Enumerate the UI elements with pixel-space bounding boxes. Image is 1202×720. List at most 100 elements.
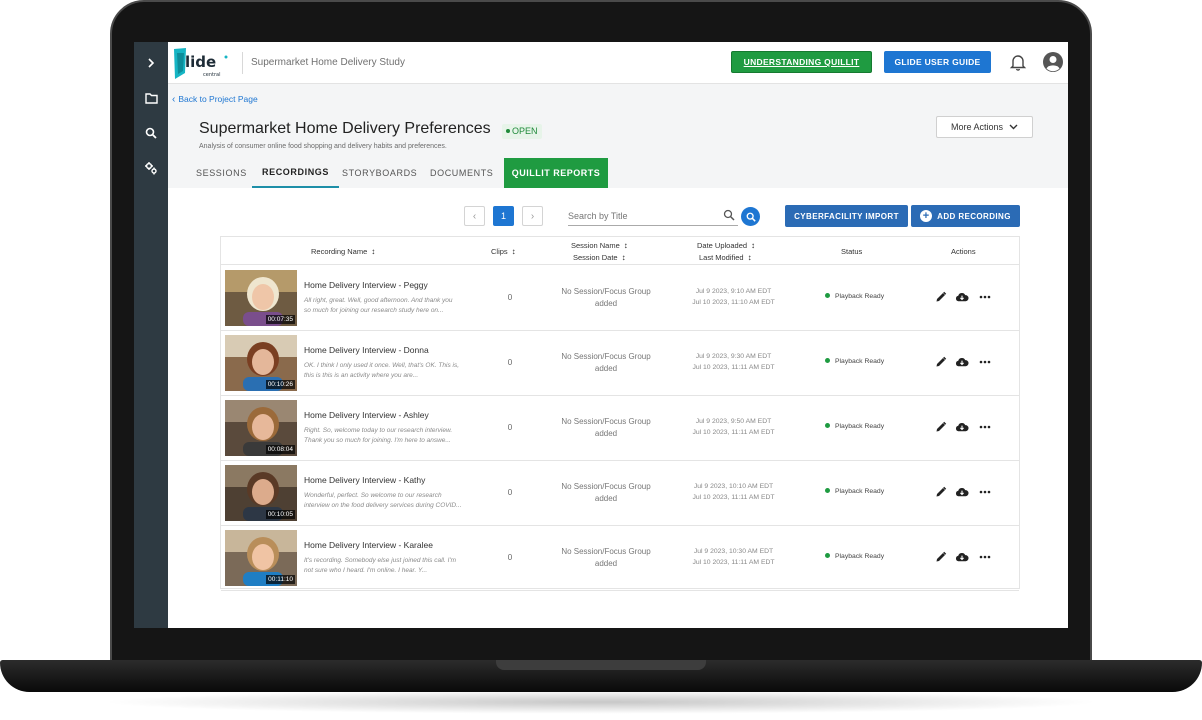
- date-modified: Jul 10 2023, 11:11 AM EDT: [692, 429, 775, 436]
- status-label: Playback Ready: [835, 488, 885, 495]
- snippet-line: not sure who I heard. I'm online. I hear…: [304, 567, 428, 574]
- col-last-modified[interactable]: Last Modified ↕: [699, 253, 752, 262]
- add-recording-button[interactable]: + ADD RECORDING: [911, 205, 1020, 227]
- recording-name[interactable]: Home Delivery Interview - Kathy: [304, 475, 425, 485]
- edit-pencil-icon[interactable]: [934, 355, 948, 369]
- edit-pencil-icon[interactable]: [934, 550, 948, 564]
- col-session-date[interactable]: Session Date ↕: [573, 253, 626, 262]
- folder-icon[interactable]: [140, 87, 162, 109]
- sort-icon[interactable]: ↕: [622, 253, 626, 262]
- bell-icon[interactable]: [1008, 52, 1028, 72]
- cloud-download-icon[interactable]: [955, 420, 969, 434]
- edit-pencil-icon[interactable]: [934, 485, 948, 499]
- col-clips[interactable]: Clips ↕: [491, 247, 516, 256]
- table-row[interactable]: 00:10:05 Home Delivery Interview - Kathy…: [221, 461, 1019, 526]
- session-line: No Session/Focus Group: [561, 547, 651, 556]
- svg-text:lide: lide: [185, 53, 216, 71]
- table-row[interactable]: 00:08:04 Home Delivery Interview - Ashle…: [221, 396, 1019, 461]
- date-uploaded: Jul 9 2023, 10:10 AM EDT: [693, 483, 774, 490]
- understanding-quillit-button[interactable]: UNDERSTANDING QUILLIT: [731, 51, 872, 73]
- snippet-line: All right, great. Well, good afternoon. …: [304, 297, 453, 304]
- glide-user-guide-button[interactable]: GLIDE USER GUIDE: [884, 51, 991, 73]
- more-options-icon[interactable]: [978, 485, 992, 499]
- recording-name[interactable]: Home Delivery Interview - Karalee: [304, 540, 433, 550]
- snippet-line: Right. So, welcome today to our research…: [304, 427, 453, 434]
- expand-chevron-icon[interactable]: [140, 52, 162, 74]
- video-thumbnail[interactable]: 00:07:35: [225, 270, 297, 326]
- transcript-snippet: Wonderful, perfect. So welcome to our re…: [304, 491, 474, 511]
- recordings-table: Recording Name ↕ Clips ↕ Session Name ↕ Ses…: [220, 236, 1020, 591]
- tab-recordings[interactable]: RECORDINGS: [252, 158, 340, 188]
- tab-bar: SESSIONS RECORDINGS STORYBOARDS DOCUMENT…: [168, 158, 1068, 188]
- session-line: No Session/Focus Group: [561, 417, 651, 426]
- col-recording-name-label: Recording Name: [311, 247, 368, 256]
- table-row[interactable]: 00:11:10 Home Delivery Interview - Karal…: [221, 526, 1019, 591]
- session-line: No Session/Focus Group: [561, 352, 651, 361]
- search-icon[interactable]: [140, 122, 162, 144]
- cloud-download-icon[interactable]: [955, 485, 969, 499]
- plus-circle-icon: +: [920, 210, 933, 222]
- recording-name[interactable]: Home Delivery Interview - Peggy: [304, 280, 428, 290]
- cloud-download-icon[interactable]: [955, 550, 969, 564]
- cloud-download-icon[interactable]: [955, 355, 969, 369]
- date-modified: Jul 10 2023, 11:11 AM EDT: [692, 494, 775, 501]
- laptop-base: [0, 660, 1202, 692]
- dates-info: Jul 9 2023, 10:10 AM EDT Jul 10 2023, 11:…: [676, 481, 791, 503]
- sort-icon[interactable]: ↕: [748, 253, 752, 262]
- cloud-download-icon[interactable]: [955, 290, 969, 304]
- sort-icon[interactable]: ↕: [624, 241, 628, 250]
- search-submit-button[interactable]: [741, 207, 760, 226]
- search-input[interactable]: [568, 208, 718, 224]
- study-title: Supermarket Home Delivery Study: [251, 57, 405, 68]
- date-uploaded: Jul 9 2023, 10:30 AM EDT: [693, 548, 774, 555]
- video-thumbnail[interactable]: 00:11:10: [225, 530, 297, 586]
- sort-icon[interactable]: ↕: [512, 247, 516, 256]
- glide-logo[interactable]: lide central: [172, 45, 232, 81]
- page-subtitle: Analysis of consumer online food shoppin…: [199, 143, 447, 150]
- status-label: Playback Ready: [835, 423, 885, 430]
- col-recording-name[interactable]: Recording Name ↕: [311, 247, 375, 256]
- video-thumbnail[interactable]: 00:10:05: [225, 465, 297, 521]
- dates-info: Jul 9 2023, 10:30 AM EDT Jul 10 2023, 11:…: [676, 546, 791, 568]
- tab-storyboards[interactable]: STORYBOARDS: [342, 158, 417, 188]
- col-date-uploaded[interactable]: Date Uploaded ↕: [697, 241, 755, 250]
- sort-icon[interactable]: ↕: [371, 247, 375, 256]
- video-thumbnail[interactable]: 00:08:04: [225, 400, 297, 456]
- cyberfacility-import-button[interactable]: CYBERFACILITY IMPORT: [785, 205, 908, 227]
- video-thumbnail[interactable]: 00:10:26: [225, 335, 297, 391]
- tab-documents[interactable]: DOCUMENTS: [430, 158, 493, 188]
- edit-pencil-icon[interactable]: [934, 290, 948, 304]
- table-row[interactable]: 00:07:35 Home Delivery Interview - Peggy…: [221, 266, 1019, 331]
- back-link-label: Back to Project Page: [178, 94, 258, 104]
- tab-sessions[interactable]: SESSIONS: [196, 158, 247, 188]
- status-label: Playback Ready: [835, 553, 885, 560]
- status-badge-label: OPEN: [512, 126, 538, 136]
- user-avatar-icon[interactable]: [1042, 51, 1064, 73]
- col-session-name-label: Session Name: [571, 241, 620, 250]
- more-actions-button[interactable]: More Actions: [936, 116, 1033, 138]
- tab-quillit-reports[interactable]: QUILLIT REPORTS: [504, 158, 608, 188]
- laptop-hinge: [496, 660, 706, 670]
- more-options-icon[interactable]: [978, 550, 992, 564]
- recording-name[interactable]: Home Delivery Interview - Donna: [304, 345, 429, 355]
- more-options-icon[interactable]: [978, 420, 992, 434]
- col-session-name[interactable]: Session Name ↕: [571, 241, 628, 250]
- snippet-line: this is this is an activity where you ar…: [304, 372, 419, 379]
- recording-name[interactable]: Home Delivery Interview - Ashley: [304, 410, 429, 420]
- sort-icon[interactable]: ↕: [751, 241, 755, 250]
- video-duration: 00:10:26: [265, 380, 295, 389]
- chevron-left-icon: ‹: [172, 94, 176, 105]
- col-session-date-label: Session Date: [573, 253, 618, 262]
- clip-count: 0: [507, 423, 513, 432]
- more-options-icon[interactable]: [978, 290, 992, 304]
- pager-prev-button[interactable]: ‹: [464, 206, 485, 226]
- edit-pencil-icon[interactable]: [934, 420, 948, 434]
- pager-current-page[interactable]: 1: [493, 206, 514, 226]
- pager-next-button[interactable]: ›: [522, 206, 543, 226]
- table-row[interactable]: 00:10:26 Home Delivery Interview - Donna…: [221, 331, 1019, 396]
- back-to-project-link[interactable]: ‹ Back to Project Page: [172, 94, 258, 105]
- status-cell: Playback Ready: [825, 487, 885, 495]
- dates-info: Jul 9 2023, 9:10 AM EDT Jul 10 2023, 11:1…: [676, 286, 791, 308]
- settings-icon[interactable]: [140, 157, 162, 179]
- more-options-icon[interactable]: [978, 355, 992, 369]
